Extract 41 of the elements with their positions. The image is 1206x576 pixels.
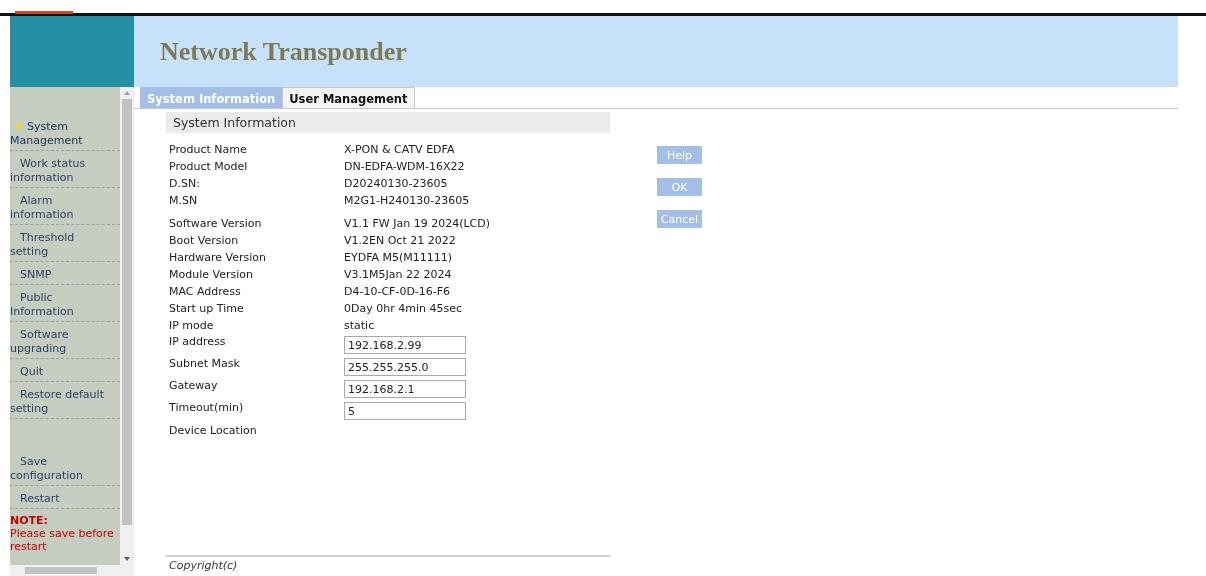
field-label: IP address (169, 335, 227, 348)
field-label: Start up Time (169, 302, 245, 315)
field-value: M2G1-H240130-23605 (344, 194, 470, 207)
field-label: Subnet Mask (169, 357, 241, 370)
field-value: DN-EDFA-WDM-16X22 (344, 160, 465, 173)
browser-tab-edge (15, 11, 73, 14)
copyright-text: Copyright(c) (169, 559, 238, 572)
note-title: NOTE: (10, 514, 49, 527)
field-label: MAC Address (169, 285, 242, 298)
field-label: Software Version (169, 217, 263, 230)
input-field[interactable]: 255.255.255.0 (344, 358, 466, 376)
field-value: V3.1M5Jan 22 2024 (344, 268, 452, 281)
field-value: V1.1 FW Jan 19 2024(LCD) (344, 217, 491, 230)
input-field[interactable]: 192.168.2.99 (344, 336, 466, 354)
field-label: M.SN (169, 194, 199, 207)
triangle-icon (17, 122, 22, 130)
field-value: 0Day 0hr 4min 45sec (344, 302, 462, 315)
field-label: Module Version (169, 268, 254, 281)
field-label: Boot Version (169, 234, 240, 247)
section-header: System Information (166, 112, 610, 133)
input-field[interactable]: 192.168.2.1 (344, 380, 466, 398)
scrollbar[interactable] (120, 87, 134, 565)
field-value: static (344, 319, 375, 332)
page-title: Network Transponder (160, 36, 407, 67)
tab[interactable]: User Management (282, 87, 415, 108)
field-label: Gateway (169, 379, 219, 392)
field-value: X-PON & CATV EDFA (344, 143, 455, 156)
field-label: Timeout(min) (169, 401, 245, 414)
field-value: D4-10-CF-0D-16-F6 (344, 285, 451, 298)
field-label: D.SN: (169, 177, 201, 190)
field-label: Product Name (169, 143, 248, 156)
scrollbar[interactable] (10, 565, 134, 576)
field-label: Product Model (169, 160, 249, 173)
field-value: V1.2EN Oct 21 2022 (344, 234, 456, 247)
field-value: EYDFA M5(M11111) (344, 251, 453, 264)
field-value: D20240130-23605 (344, 177, 448, 190)
field-label: Device Location (169, 424, 258, 437)
input-field[interactable]: 5 (344, 402, 466, 420)
field-label: IP mode (169, 319, 215, 332)
note-text: Please save before restart (10, 527, 115, 553)
field-label: Hardware Version (169, 251, 268, 264)
